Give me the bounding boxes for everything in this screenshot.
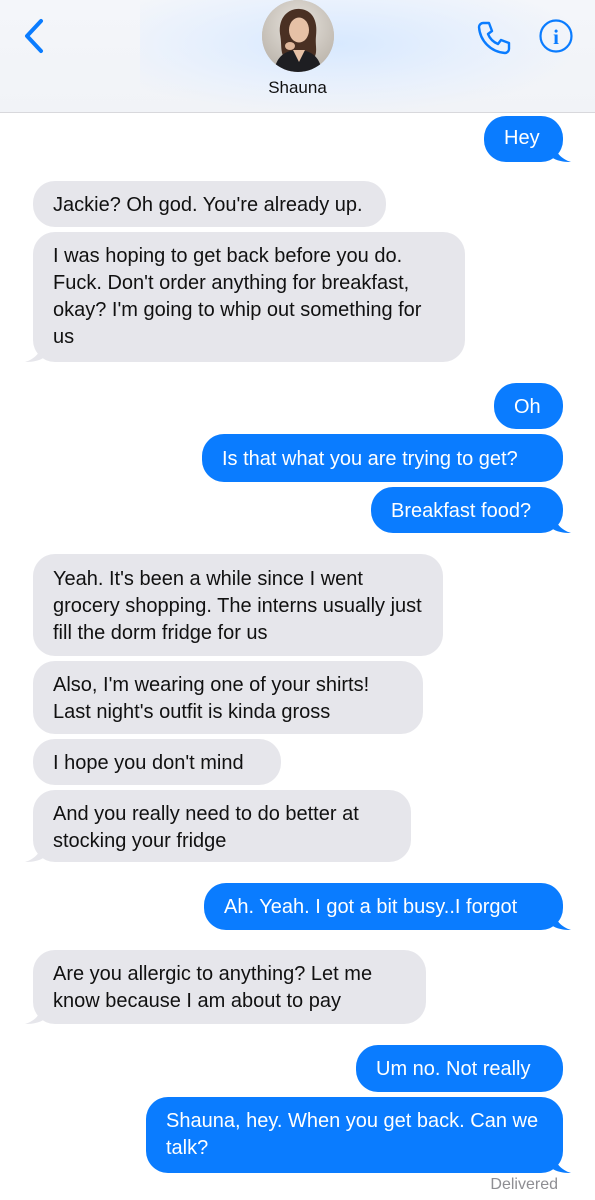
bubble-tail: [549, 513, 571, 533]
message-bubble[interactable]: Are you allergic to anything? Let me kno…: [25, 950, 426, 1024]
message-bubble[interactable]: Shauna, hey. When you get back. Can we t…: [146, 1097, 571, 1173]
message-text: Ah. Yeah. I got a bit busy..I forgot: [224, 896, 518, 918]
message-text: I was hoping to get back before you do. …: [53, 245, 422, 348]
message-bubble[interactable]: And you really need to do better at stoc…: [25, 790, 411, 862]
message-bubble[interactable]: I hope you don't mind: [33, 739, 281, 785]
messages-app: Shauna i Hey Jackie? Oh god. You're alre…: [0, 0, 595, 1200]
message-text: Breakfast food?: [391, 500, 532, 522]
message-bubble[interactable]: Hey: [484, 116, 571, 162]
message-text: And you really need to do better at stoc…: [53, 803, 359, 852]
message-text: Are you allergic to anything? Let me kno…: [53, 963, 373, 1012]
message-text: Shauna, hey. When you get back. Can we t…: [166, 1110, 539, 1159]
message-text: Jackie? Oh god. You're already up.: [53, 194, 363, 216]
bubble-tail: [549, 1153, 571, 1173]
message-bubble[interactable]: Also, I'm wearing one of your shirts! La…: [33, 661, 423, 734]
message-text: I hope you don't mind: [53, 752, 244, 774]
bubble-tail: [549, 910, 571, 930]
message-thread: Hey Jackie? Oh god. You're already up. I…: [0, 0, 595, 1200]
delivery-status: Delivered: [490, 1176, 558, 1193]
bubble-tail: [25, 1004, 47, 1024]
message-text: Also, I'm wearing one of your shirts! La…: [53, 674, 370, 723]
message-bubble[interactable]: Breakfast food?: [371, 487, 571, 533]
message-bubble[interactable]: Ah. Yeah. I got a bit busy..I forgot: [204, 883, 571, 930]
message-bubble[interactable]: Um no. Not really: [356, 1045, 563, 1092]
bubble-tail: [25, 842, 47, 862]
message-bubble[interactable]: I was hoping to get back before you do. …: [25, 232, 465, 362]
message-text: Hey: [504, 127, 540, 149]
message-text: Is that what you are trying to get?: [222, 448, 518, 470]
message-bubble[interactable]: Is that what you are trying to get?: [202, 434, 563, 482]
message-bubble[interactable]: Jackie? Oh god. You're already up.: [33, 181, 386, 227]
bubble-tail: [549, 142, 571, 162]
message-text: Um no. Not really: [376, 1058, 531, 1080]
message-bubble[interactable]: Oh: [494, 383, 563, 429]
bubble-tail: [25, 342, 47, 362]
message-text: Oh: [514, 396, 541, 418]
message-text: Yeah. It's been a while since I went gro…: [53, 568, 422, 644]
message-bubble[interactable]: Yeah. It's been a while since I went gro…: [33, 554, 443, 656]
